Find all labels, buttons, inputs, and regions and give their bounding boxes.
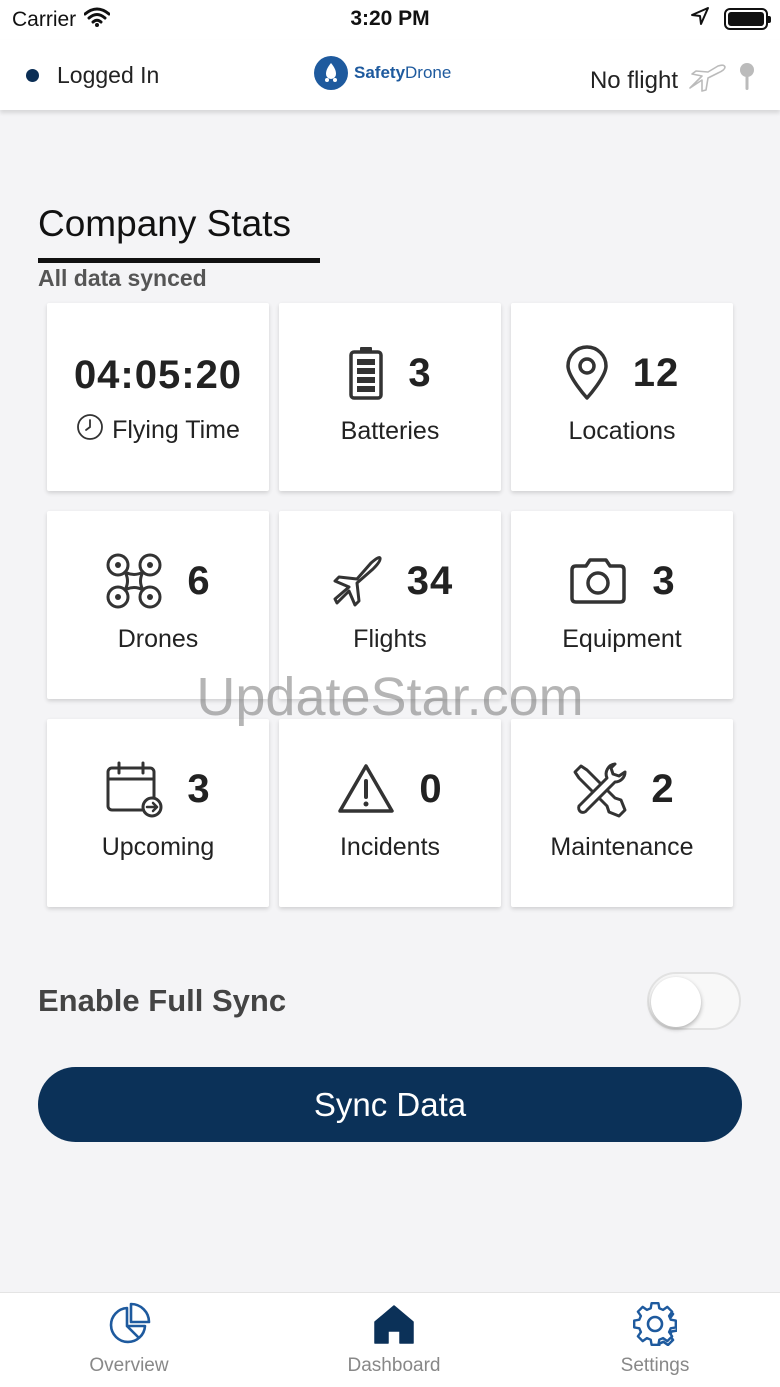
flights-card[interactable]: 34 Flights: [279, 511, 501, 699]
upcoming-count: 3: [187, 766, 211, 811]
login-status-label: Logged In: [57, 62, 160, 88]
calendar-arrow-icon: [105, 760, 163, 818]
equipment-count: 3: [652, 558, 676, 603]
full-sync-toggle-knob: [651, 977, 701, 1027]
section-title-underline: [38, 258, 320, 263]
location-arrow-icon: [690, 6, 710, 32]
section-title: Company Stats: [38, 203, 291, 244]
warning-icon: [337, 763, 395, 815]
maintenance-label: Maintenance: [550, 833, 694, 861]
tab-settings[interactable]: Settings: [575, 1302, 735, 1377]
camera-icon: [568, 556, 628, 606]
flying-time-label-row: Flying Time: [47, 413, 269, 448]
incidents-card[interactable]: 0 Incidents: [279, 719, 501, 907]
airplane-outline-icon: [688, 62, 728, 99]
tab-bar: Overview Dashboard Settings: [0, 1292, 780, 1387]
locations-count: 12: [632, 350, 680, 395]
locations-card[interactable]: 12 Locations: [511, 303, 733, 491]
app-header: Logged In SafetyDrone No flight: [0, 40, 780, 110]
battery-vertical-icon: [348, 345, 384, 401]
battery-icon: [724, 8, 771, 30]
batteries-card[interactable]: 3 Batteries: [279, 303, 501, 491]
flying-time-card[interactable]: 04:05:20 Flying Time: [47, 303, 269, 491]
batteries-count: 3: [408, 350, 432, 395]
sync-status: All data synced: [38, 265, 207, 291]
gear-icon: [633, 1302, 679, 1352]
equipment-card[interactable]: 3 Equipment: [511, 511, 733, 699]
upcoming-card[interactable]: 3 Upcoming: [47, 719, 269, 907]
equipment-label: Equipment: [562, 625, 682, 653]
safetydrone-logo: SafetyDrone: [314, 56, 451, 90]
tab-settings-label: Settings: [620, 1355, 690, 1376]
drones-card[interactable]: 6 Drones: [47, 511, 269, 699]
flights-label: Flights: [353, 625, 427, 653]
flight-status[interactable]: No flight: [590, 62, 756, 99]
flight-status-label: No flight: [589, 66, 678, 94]
tools-icon: [569, 760, 627, 818]
pie-chart-icon: [107, 1302, 151, 1352]
tab-overview-label: Overview: [89, 1355, 169, 1376]
login-status: Logged In: [26, 62, 159, 89]
tab-dashboard[interactable]: Dashboard: [314, 1305, 474, 1377]
clock-icon: [76, 413, 104, 448]
airplane-icon: [327, 553, 383, 609]
map-pin-icon: [565, 345, 609, 401]
safetydrone-logo-mark: [314, 56, 348, 90]
flying-time-value: 04:05:20: [73, 353, 243, 397]
status-time: 3:20 PM: [350, 7, 430, 30]
home-icon: [373, 1303, 415, 1351]
flights-count: 34: [406, 558, 454, 603]
safetydrone-logo-text: SafetyDrone: [354, 63, 452, 82]
login-status-dot: [26, 69, 39, 82]
drones-count: 6: [187, 558, 211, 603]
status-bar: Carrier 3:20 PM: [0, 0, 780, 40]
tab-dashboard-label: Dashboard: [347, 1355, 441, 1376]
maintenance-card[interactable]: 2 Maintenance: [511, 719, 733, 907]
upcoming-label: Upcoming: [101, 833, 215, 861]
tab-overview[interactable]: Overview: [49, 1302, 209, 1377]
batteries-label: Batteries: [340, 417, 440, 445]
flying-time-label: Flying Time: [112, 416, 240, 444]
maintenance-count: 2: [651, 766, 675, 811]
sync-data-button[interactable]: Sync Data: [38, 1067, 742, 1142]
drones-label: Drones: [117, 625, 199, 653]
locations-label: Locations: [568, 417, 676, 445]
incidents-count: 0: [419, 766, 443, 811]
drone-pin-icon: [738, 62, 756, 99]
full-sync-toggle[interactable]: [647, 972, 741, 1030]
status-right: [690, 6, 771, 32]
drone-icon: [105, 552, 163, 610]
full-sync-label: Enable Full Sync: [38, 983, 287, 1018]
incidents-label: Incidents: [339, 833, 441, 861]
